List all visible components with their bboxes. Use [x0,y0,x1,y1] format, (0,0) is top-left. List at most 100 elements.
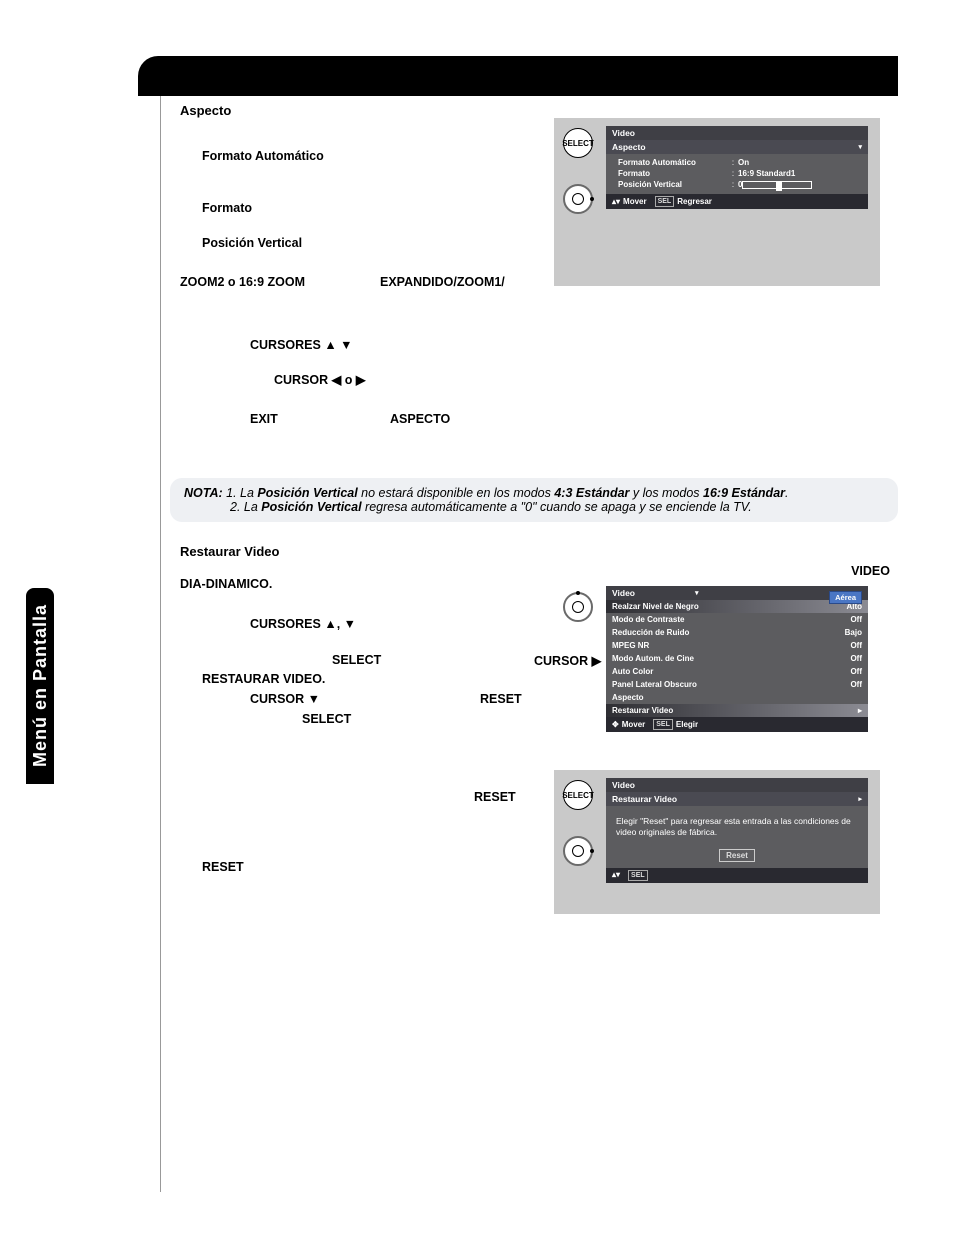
osd1-row: Formato Automático:On [618,157,862,168]
osd2-row-val: Off [850,680,862,689]
arrows-ud-icon: ▴▾ [612,871,620,879]
osd1-row-val: On [738,158,749,167]
osd2-row[interactable]: Auto Color Off [606,665,868,678]
aerea-badge: Aérea [829,591,862,604]
osd1-row-key: Formato Automático [618,158,728,167]
osd2-header: Video▾ Aérea [606,586,868,600]
osd2-footer: ✥Mover SELElegir [606,717,868,732]
note1-a: 1. La [226,486,257,500]
select-button-icon: SELECT [563,780,593,810]
osd2-row[interactable]: Aspecto [606,691,868,704]
osd2-row-val: Bajo [845,628,862,637]
note2-a: 2. La [230,500,261,514]
video-caps: VIDEO [851,564,890,578]
note2-b: Posición Vertical [261,500,361,514]
exit-label: EXIT [180,411,390,428]
select-button-icon-label: SELECT [562,791,594,800]
osd2-row-val: Off [850,615,862,624]
note-label: NOTA: [184,486,223,500]
dropdown-icon: ▾ [695,589,699,597]
osd2-header-label: Video [612,588,635,598]
cursor-d: CURSOR ▼ [180,692,480,706]
osd2-row-key: Restaurar Video [612,706,742,715]
cursor-lr: CURSOR ◀ o ▶ [180,372,890,389]
osd2-row[interactable]: Reducción de Ruido Bajo [606,626,868,639]
expandido-line-a: EXPANDIDO/ZOOM1/ [380,274,505,291]
note1-c: no estará disponible en los modos [358,486,555,500]
select-1: SELECT [180,653,494,668]
note1-f: 16:9 Estándar [703,486,785,500]
select-button-icon-label: SELECT [562,139,594,148]
aspecto-title: Aspecto [180,102,890,120]
osd1-header-label: Video [612,128,635,138]
side-tab-label: Menú en Pantalla [30,604,51,767]
osd2-row-key: Aspecto [612,693,742,702]
osd3-footer: ▴▾ SEL [606,868,868,883]
osd1-sub-label: Aspecto [612,142,646,152]
osd2-row[interactable]: Restaurar Video ▸ [606,704,868,717]
margin-rule [160,96,161,1192]
top-black-banner [138,56,898,96]
osd1-header: Video [606,126,868,140]
select-button-icon: SELECT [563,128,593,158]
osd1-back: Regresar [677,197,712,206]
cursores-ud: CURSORES ▲ ▼ [180,337,890,354]
osd2-row[interactable]: Modo de Contraste Off [606,613,868,626]
osd1-move: Mover [623,197,647,206]
osd2-row-key: Panel Lateral Obscuro [612,680,742,689]
expandido-line-b: ZOOM2 o 16:9 ZOOM [180,274,380,291]
reset-button[interactable]: Reset [719,849,755,862]
osd2-row[interactable]: Panel Lateral Obscuro Off [606,678,868,691]
ring-right-icon [563,836,593,866]
osd2-move: Mover [622,720,646,729]
note1-b: Posición Vertical [257,486,357,500]
osd-reset: Video Restaurar Video ▸ Elegir "Reset" pa… [606,778,868,883]
osd2-row-key: MPEG NR [612,641,742,650]
slider[interactable] [742,180,812,189]
note-box: NOTA: 1. La Posición Vertical no estará … [170,478,898,522]
osd2-row-key: Modo de Contraste [612,615,742,624]
osd-aspecto: Video Aspecto ▾ Formato Automático:OnForm… [606,126,868,209]
select-1-lbl: SELECT [332,653,381,667]
note1-e: y los modos [629,486,703,500]
osd2-choose: Elegir [676,720,698,729]
dropdown-icon: ▾ [858,143,862,151]
osd1-sub: Aspecto ▾ [606,140,868,154]
osd-reset-wrap: SELECT Video Restaurar Video ▸ Elegir "Re… [554,770,880,914]
osd2-row-key: Modo Autom. de Cine [612,654,742,663]
osd2-sel-key: SEL [653,719,673,730]
osd2-row-val: Off [850,641,862,650]
ring-top-icon [563,592,593,622]
osd-video-list: Video▾ Aérea Realzar Nivel de NegroAltoM… [606,586,868,732]
osd2-row-val: Off [850,654,862,663]
side-tab: Menú en Pantalla [26,588,54,784]
arrow-right-icon: ▸ [858,795,862,803]
reset-1: RESET [480,692,522,706]
arrows-cross-icon: ✥ [612,721,619,729]
osd3-sel-key: SEL [628,870,648,881]
osd1-row-key: Formato [618,169,728,178]
osd2-row-val: Off [850,667,862,676]
osd2-row-key: Auto Color [612,667,742,676]
note1-d: 4:3 Estándar [554,486,629,500]
osd2-row-key: Reducción de Ruido [612,628,742,637]
osd3-body-text: Elegir "Reset" para regresar esta entrad… [606,806,868,845]
osd2-row[interactable]: Modo Autom. de Cine Off [606,652,868,665]
aspecto-caps: ASPECTO [390,411,450,428]
osd-video-list-wrap: Video▾ Aérea Realzar Nivel de NegroAltoM… [554,586,880,761]
osd1-footer: ▴▾Mover SELRegresar [606,194,868,209]
osd2-row[interactable]: MPEG NR Off [606,639,868,652]
osd1-row-key: Posición Vertical [618,180,728,189]
osd2-row-key: Realzar Nivel de Negro [612,602,742,611]
osd3-sub-label: Restaurar Video [612,794,677,804]
osd1-row: Formato:16:9 Standard1 [618,168,862,179]
osd2-row-val: ▸ [858,706,862,715]
osd-aspecto-wrap: SELECT Video Aspecto ▾ Formato Automático… [554,118,880,286]
osd1-sel-key: SEL [655,196,675,207]
note1-g: . [785,486,788,500]
osd1-row-val: 16:9 Standard1 [738,169,795,178]
note2-c: regresa automáticamente a "0" cuando se … [362,500,752,514]
osd3-header-label: Video [612,780,635,790]
ring-right-icon [563,184,593,214]
osd1-row: Posición Vertical:0 [618,179,862,190]
